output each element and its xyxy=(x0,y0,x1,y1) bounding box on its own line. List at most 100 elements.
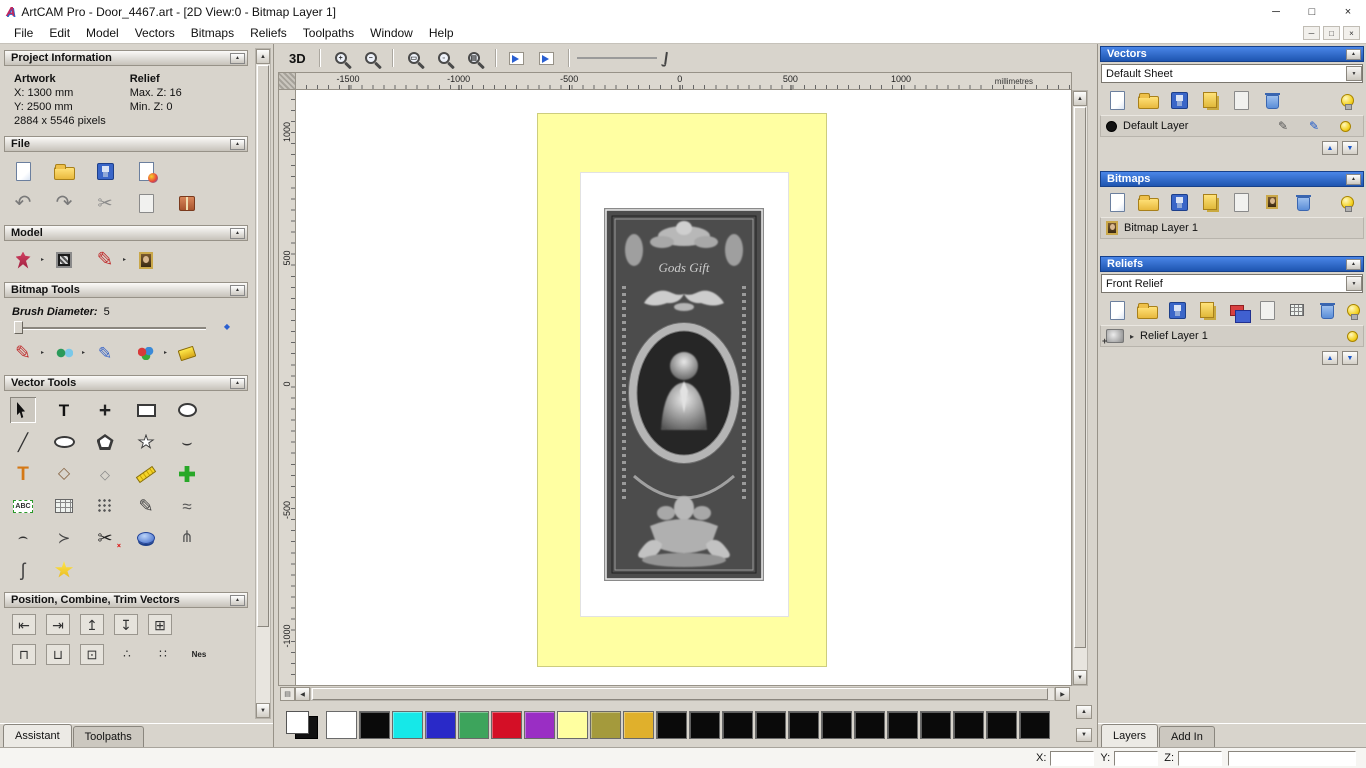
vectors-visibility-icon[interactable] xyxy=(1336,89,1358,111)
palette-swatch-12[interactable] xyxy=(722,711,753,739)
model-sheet[interactable]: Gods Gift xyxy=(537,113,827,667)
menu-toolpaths[interactable]: Toolpaths xyxy=(295,24,362,42)
scroll-left-icon[interactable]: ◀ xyxy=(295,687,310,701)
collapse-button[interactable]: ▲ xyxy=(230,285,245,296)
move-layer-down-icon[interactable]: ▼ xyxy=(1342,141,1358,155)
create-polyline-icon[interactable]: ╱ xyxy=(10,429,36,455)
zoom-page-icon[interactable]: ▤ xyxy=(461,45,487,71)
palette-swatch-21[interactable] xyxy=(1019,711,1050,739)
delete-vector-layer-icon[interactable] xyxy=(1261,89,1283,111)
node-editing-icon[interactable]: ✎ xyxy=(133,493,159,519)
palette-swatch-1[interactable] xyxy=(359,711,390,739)
view-3d-button[interactable]: 3D xyxy=(284,49,311,68)
block-copy-rotate-icon[interactable]: + xyxy=(92,397,118,423)
open-relief-layer-icon[interactable] xyxy=(1136,299,1158,321)
adjust-model-icon[interactable] xyxy=(51,247,77,273)
create-ellipse-icon[interactable] xyxy=(174,397,200,423)
maximize-button[interactable]: □ xyxy=(1294,0,1330,23)
bitmap-layer-row[interactable]: Bitmap Layer 1 xyxy=(1100,217,1364,239)
wrap-vectors-icon[interactable] xyxy=(51,557,77,583)
import-vector-layer-icon[interactable] xyxy=(1199,89,1221,111)
palette-swatch-7[interactable] xyxy=(557,711,588,739)
tab-add-in[interactable]: Add In xyxy=(1159,726,1215,747)
copy-relief-layer-icon[interactable] xyxy=(1256,299,1278,321)
canvas-vertical-scrollbar[interactable]: ▲ ▼ xyxy=(1072,90,1088,686)
collapse-button[interactable]: ▲ xyxy=(1346,49,1361,60)
drawing-canvas[interactable]: Gods Gift xyxy=(296,90,1072,686)
expander-icon[interactable]: ▸ xyxy=(1130,332,1134,341)
collapse-button[interactable]: ▲ xyxy=(1346,259,1361,270)
save-relief-layer-icon[interactable] xyxy=(1166,299,1188,321)
join-vectors-icon[interactable]: ⌢ xyxy=(10,525,36,551)
create-rectangle-icon[interactable] xyxy=(133,397,159,423)
palette-swatch-15[interactable] xyxy=(821,711,852,739)
paint-icon[interactable]: ✎▸ xyxy=(10,340,36,366)
collapse-button[interactable]: ▲ xyxy=(230,53,245,64)
previous-view-icon[interactable] xyxy=(504,45,530,71)
align-bottom-icon[interactable]: ↧ xyxy=(114,614,138,635)
menu-bitmaps[interactable]: Bitmaps xyxy=(183,24,242,42)
combine-union-icon[interactable]: ⊓ xyxy=(12,644,36,665)
text-in-a-box-icon[interactable]: ABC xyxy=(10,493,36,519)
align-left-icon[interactable]: ⇤ xyxy=(12,614,36,635)
transform-vectors-icon[interactable]: T xyxy=(51,397,77,423)
relief-select[interactable]: Front Relief ▼ xyxy=(1101,274,1363,293)
zoom-window-icon[interactable]: ▭ xyxy=(401,45,427,71)
flood-fill-icon[interactable] xyxy=(174,340,200,366)
select-vectors-icon[interactable] xyxy=(10,397,36,423)
paste-icon[interactable] xyxy=(133,190,159,216)
nesting-icon[interactable]: Nes xyxy=(186,641,212,667)
palette-swatch-17[interactable] xyxy=(887,711,918,739)
dropdown-icon[interactable]: ▼ xyxy=(1346,66,1362,81)
block-array-icon[interactable]: ∷ xyxy=(150,641,176,667)
vector-sheet-select[interactable]: Default Sheet ▼ xyxy=(1101,64,1363,83)
palette-scroll-down-icon[interactable]: ▼ xyxy=(1076,728,1092,742)
menu-edit[interactable]: Edit xyxy=(41,24,78,42)
bitmaps-visibility-icon[interactable] xyxy=(1336,191,1358,213)
scroll-thumb[interactable] xyxy=(257,65,269,627)
model-notes-icon[interactable]: ✎▸ xyxy=(92,247,118,273)
collapse-button[interactable]: ▲ xyxy=(230,228,245,239)
zoom-out-icon[interactable]: − xyxy=(358,45,384,71)
reliefs-visibility-icon[interactable] xyxy=(1347,299,1360,321)
delete-bitmap-layer-icon[interactable] xyxy=(1292,191,1314,213)
relief-layer-visibility-icon[interactable] xyxy=(1347,331,1358,342)
bitmap-to-vector-icon[interactable] xyxy=(51,493,77,519)
scroll-right-icon[interactable]: ▶ xyxy=(1055,687,1070,701)
palette-swatch-16[interactable] xyxy=(854,711,885,739)
undo-icon[interactable]: ↶ xyxy=(10,190,36,216)
palette-swatch-13[interactable] xyxy=(755,711,786,739)
create-star-icon[interactable] xyxy=(133,429,159,455)
copy-vector-layer-icon[interactable] xyxy=(1230,89,1252,111)
menu-window[interactable]: Window xyxy=(362,24,421,42)
palette-swatch-5[interactable] xyxy=(491,711,522,739)
open-bitmap-layer-icon[interactable] xyxy=(1137,191,1159,213)
zoom-in-icon[interactable]: + xyxy=(328,45,354,71)
scroll-thumb[interactable] xyxy=(1074,107,1086,648)
save-model-icon[interactable] xyxy=(92,158,118,184)
palette-swatch-9[interactable] xyxy=(623,711,654,739)
move-layer-up-icon[interactable]: ▲ xyxy=(1322,351,1338,365)
align-right-icon[interactable]: ⇥ xyxy=(46,614,70,635)
scroll-track[interactable] xyxy=(256,64,270,703)
edit-picture-icon[interactable] xyxy=(133,247,159,273)
collapse-button[interactable]: ▲ xyxy=(230,595,245,606)
new-bitmap-layer-icon[interactable] xyxy=(1106,191,1128,213)
mdi-minimize-button[interactable]: ─ xyxy=(1303,26,1320,40)
vector-doctor-icon[interactable]: ⋔ xyxy=(174,525,200,551)
scroll-track[interactable] xyxy=(310,687,1055,701)
open-model-icon[interactable] xyxy=(51,158,77,184)
scroll-track[interactable] xyxy=(1073,106,1087,670)
menu-help[interactable]: Help xyxy=(421,24,462,42)
tab-layers[interactable]: Layers xyxy=(1101,724,1158,747)
scroll-up-icon[interactable]: ▲ xyxy=(1073,91,1087,106)
menu-model[interactable]: Model xyxy=(78,24,127,42)
relief-layer-row[interactable]: ▸ Relief Layer 1 xyxy=(1100,325,1364,347)
menu-file[interactable]: File xyxy=(6,24,41,42)
fit-arcs-icon[interactable]: ≈ xyxy=(174,493,200,519)
draw-icon[interactable]: ✎ xyxy=(92,340,118,366)
cut-icon[interactable]: ✂ xyxy=(92,190,118,216)
palette-swatch-4[interactable] xyxy=(458,711,489,739)
tab-assistant[interactable]: Assistant xyxy=(3,724,72,747)
centre-in-page-icon[interactable]: ⊡ xyxy=(80,644,104,665)
